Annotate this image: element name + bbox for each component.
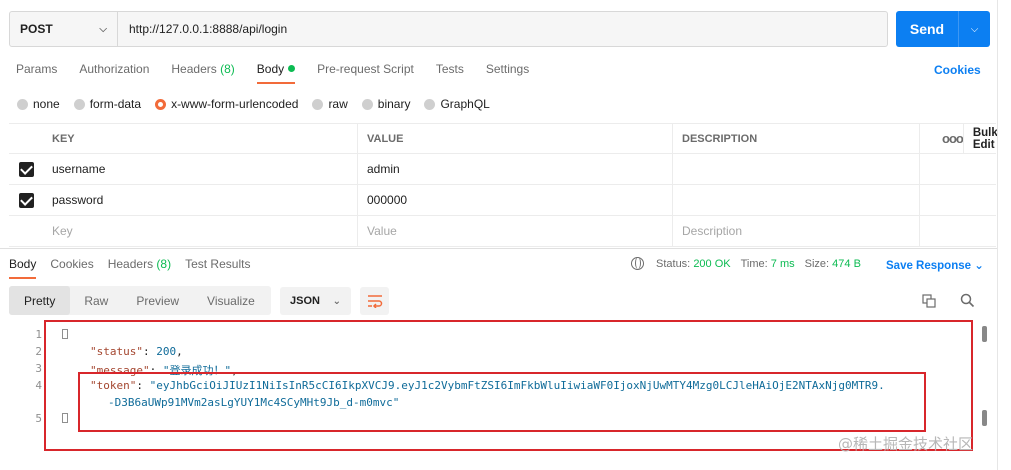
- scrollbar-thumb[interactable]: [982, 410, 987, 426]
- chevron-down-icon[interactable]: ⌵: [959, 24, 990, 35]
- row-checkbox[interactable]: [18, 192, 34, 208]
- value-placeholder[interactable]: Value: [358, 216, 673, 246]
- language-select[interactable]: JSON ⌄: [280, 287, 351, 315]
- globe-icon[interactable]: [631, 257, 644, 270]
- line-number: 4: [35, 379, 42, 392]
- key-placeholder[interactable]: Key: [43, 216, 358, 246]
- radio-binary[interactable]: binary: [361, 97, 410, 111]
- request-bar: POST ⌵ http://127.0.0.1:8888/api/login: [9, 11, 888, 47]
- table-header: KEY VALUE DESCRIPTION ooo Bulk Edit: [9, 123, 998, 154]
- resp-headers-count: (8): [156, 257, 172, 271]
- tab-body[interactable]: Body: [256, 62, 296, 84]
- table-row: username admin: [9, 154, 996, 185]
- radio-x-www-form-urlencoded[interactable]: x-www-form-urlencoded: [155, 97, 298, 111]
- copy-icon[interactable]: [922, 294, 936, 308]
- format-raw[interactable]: Raw: [70, 286, 122, 315]
- tab-body-label: Body: [256, 62, 285, 76]
- language-label: JSON: [290, 295, 320, 307]
- cookies-link[interactable]: Cookies: [934, 63, 981, 77]
- line-number: 1: [35, 328, 42, 341]
- description-cell[interactable]: [673, 154, 920, 184]
- value-cell[interactable]: 000000: [358, 185, 673, 215]
- line-number: 3: [35, 362, 42, 375]
- url-input[interactable]: http://127.0.0.1:8888/api/login: [118, 22, 287, 36]
- description-placeholder[interactable]: Description: [673, 216, 920, 246]
- tab-tests[interactable]: Tests: [436, 62, 464, 84]
- send-button[interactable]: Send ⌵: [896, 11, 990, 47]
- send-label: Send: [909, 21, 945, 37]
- tab-params[interactable]: Params: [16, 62, 57, 84]
- request-tabs: Params Authorization Headers (8) Body Pr…: [16, 62, 551, 84]
- tab-settings[interactable]: Settings: [486, 62, 529, 84]
- format-pretty[interactable]: Pretty: [9, 286, 71, 315]
- tab-authorization[interactable]: Authorization: [79, 62, 149, 84]
- response-tabs: Body Cookies Headers (8) Test Results: [9, 257, 264, 279]
- resp-tab-headers-label: Headers: [107, 257, 154, 271]
- format-switcher: Pretty Raw Preview Visualize: [9, 286, 271, 315]
- size-label: Size:: [804, 257, 830, 270]
- more-options-icon[interactable]: ooo: [920, 131, 964, 146]
- resp-tab-headers[interactable]: Headers (8): [108, 257, 171, 271]
- search-icon[interactable]: [960, 293, 975, 308]
- radio-graphql[interactable]: GraphQL: [424, 97, 490, 111]
- scrollbar-thumb[interactable]: [982, 326, 987, 342]
- table-row-new: Key Value Description: [9, 216, 996, 247]
- radio-none[interactable]: none: [17, 97, 60, 111]
- radio-raw[interactable]: raw: [312, 97, 348, 111]
- save-response-label: Save Response: [886, 260, 972, 272]
- method-select[interactable]: POST ⌵: [10, 12, 118, 46]
- resp-tab-body[interactable]: Body: [9, 257, 37, 279]
- modified-dot-icon: [288, 65, 296, 72]
- resp-tab-cookies[interactable]: Cookies: [50, 257, 93, 271]
- tab-pre-request-script[interactable]: Pre-request Script: [317, 62, 414, 84]
- row-checkbox[interactable]: [18, 161, 34, 177]
- wrap-lines-icon: [367, 295, 382, 308]
- params-table: KEY VALUE DESCRIPTION ooo Bulk Edit user…: [9, 123, 998, 247]
- headers-count: (8): [220, 62, 235, 76]
- chevron-down-icon: ⌵: [99, 23, 107, 35]
- bulk-edit-button[interactable]: Bulk Edit: [962, 124, 1007, 153]
- time-value[interactable]: 7 ms: [771, 258, 795, 270]
- resp-tab-test-results[interactable]: Test Results: [185, 257, 250, 271]
- column-key: KEY: [43, 124, 358, 153]
- save-response-button[interactable]: Save Response ⌄: [886, 258, 984, 272]
- tab-headers[interactable]: Headers (8): [171, 62, 234, 84]
- table-row: password 000000: [9, 185, 996, 216]
- format-preview[interactable]: Preview: [122, 286, 193, 315]
- response-status: Status: 200 OK Time: 7 ms Size: 474 B: [631, 257, 871, 270]
- tab-headers-label: Headers: [171, 62, 217, 76]
- column-description: DESCRIPTION: [673, 124, 920, 153]
- column-value: VALUE: [358, 124, 673, 153]
- watermark: @稀土掘金技术社区: [838, 435, 974, 453]
- time-label: Time:: [740, 257, 768, 270]
- status-value[interactable]: 200 OK: [693, 258, 730, 270]
- line-number: 5: [35, 412, 42, 425]
- chevron-down-icon: ⌄: [332, 295, 341, 307]
- wrap-lines-button[interactable]: [360, 287, 389, 315]
- value-cell[interactable]: admin: [358, 154, 673, 184]
- key-cell[interactable]: password: [43, 185, 358, 215]
- size-value[interactable]: 474 B: [832, 258, 861, 270]
- response-divider[interactable]: [0, 248, 998, 249]
- format-visualize[interactable]: Visualize: [193, 286, 269, 315]
- radio-form-data[interactable]: form-data: [73, 97, 141, 111]
- annotation-box-token: [78, 372, 926, 432]
- body-type-radios: none form-data x-www-form-urlencoded raw…: [17, 97, 504, 111]
- key-cell[interactable]: username: [43, 154, 358, 184]
- method-label: POST: [20, 22, 53, 36]
- chevron-down-icon: ⌄: [974, 260, 984, 272]
- status-label: Status:: [656, 257, 691, 270]
- line-number: 2: [35, 345, 42, 358]
- description-cell[interactable]: [673, 185, 920, 215]
